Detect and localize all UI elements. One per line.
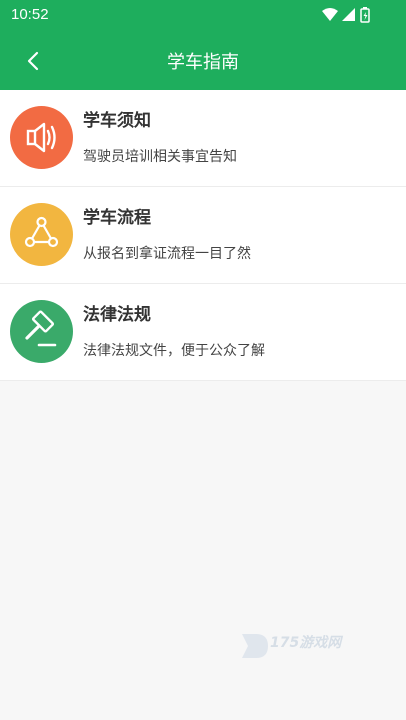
status-time: 10:52 [11,6,49,23]
wifi-icon [322,8,338,21]
status-icons [322,7,370,23]
item-desc: 法律法规文件，便于公众了解 [83,343,265,359]
list-item-law[interactable]: 法律法规 法律法规文件，便于公众了解 [0,284,406,381]
process-icon [10,203,73,266]
signal-icon [342,8,355,21]
battery-icon [360,7,370,23]
watermark-logo: 175游戏网 [238,630,378,662]
list-item-notice[interactable]: 学车须知 驾驶员培训相关事宜告知 [0,90,406,187]
page-title: 学车指南 [167,52,239,73]
item-desc: 驾驶员培训相关事宜告知 [83,149,237,165]
speaker-icon [10,106,73,169]
item-desc: 从报名到拿证流程一目了然 [83,246,251,262]
status-bar: 10:52 [0,0,406,32]
gavel-icon [10,300,73,363]
guide-list: 学车须知 驾驶员培训相关事宜告知 学车流程 从报名到拿证流程一目了然 法律法规 … [0,90,406,381]
item-title: 法律法规 [83,305,151,325]
item-title: 学车须知 [83,111,151,131]
title-bar: 学车指南 [0,32,406,90]
watermark-text: 175游戏网 [270,635,342,651]
list-item-process[interactable]: 学车流程 从报名到拿证流程一目了然 [0,187,406,284]
item-title: 学车流程 [83,208,151,228]
watermark-icon [242,634,268,658]
